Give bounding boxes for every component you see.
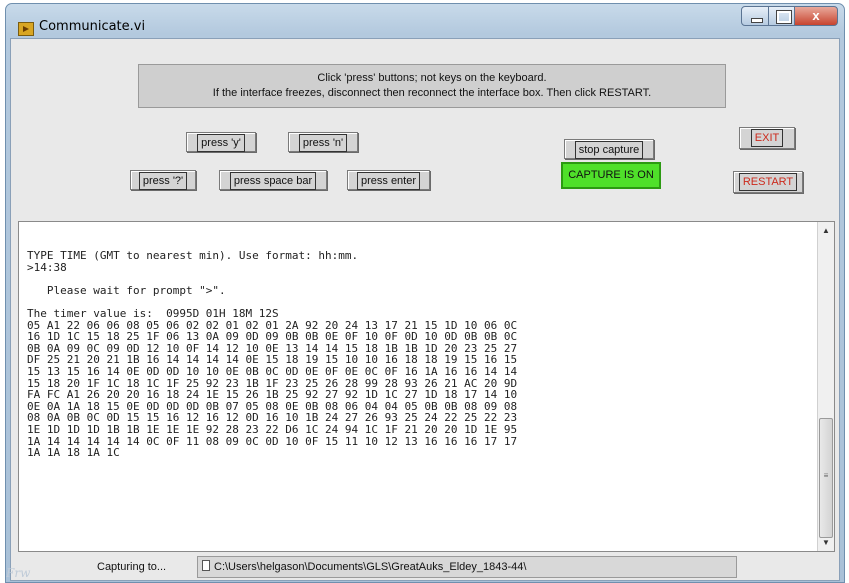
path-icon	[202, 560, 210, 571]
close-button[interactable]: x	[794, 6, 838, 26]
exit-label: EXIT	[750, 129, 784, 147]
press-y-label: press 'y'	[197, 134, 245, 152]
maximize-button[interactable]	[768, 6, 795, 26]
restart-label: RESTART	[738, 173, 798, 191]
press-n-label: press 'n'	[298, 134, 348, 152]
labview-app-icon	[18, 22, 34, 36]
exit-button[interactable]: EXIT	[739, 127, 795, 149]
stop-capture-button[interactable]: stop capture	[564, 139, 654, 159]
terminal-scrollbar[interactable]: ▲ ≡ ▼	[817, 222, 834, 551]
maximize-icon	[776, 10, 792, 24]
watermark: Frw	[6, 566, 31, 580]
vi-front-panel: Click 'press' buttons; not keys on the k…	[10, 38, 840, 581]
scroll-thumb[interactable]: ≡	[819, 418, 833, 538]
press-y-button[interactable]: press 'y'	[186, 132, 256, 152]
grip-icon: ≡	[823, 471, 829, 480]
press-space-bar-label: press space bar	[229, 172, 317, 190]
window-title: Communicate.vi	[39, 19, 146, 34]
terminal-output[interactable]: TYPE TIME (GMT to nearest min). Use form…	[18, 221, 835, 552]
restart-button[interactable]: RESTART	[733, 171, 803, 193]
close-icon: x	[812, 8, 820, 23]
press-enter-button[interactable]: press enter	[347, 170, 430, 190]
capture-path-text: C:\Users\helgason\Documents\GLS\GreatAuk…	[214, 561, 527, 573]
minimize-button[interactable]	[741, 6, 769, 26]
capture-status-indicator: CAPTURE IS ON	[561, 162, 661, 189]
terminal-text: TYPE TIME (GMT to nearest min). Use form…	[27, 249, 518, 460]
stop-capture-label: stop capture	[574, 141, 644, 159]
press-n-button[interactable]: press 'n'	[288, 132, 358, 152]
minimize-icon	[751, 18, 763, 23]
scroll-up-arrow-icon[interactable]: ▲	[818, 222, 834, 239]
press-question-label: press '?'	[138, 172, 188, 190]
capturing-to-label: Capturing to...	[97, 561, 167, 573]
window: Communicate.vi x Click 'press' buttons; …	[5, 3, 845, 583]
scroll-down-arrow-icon[interactable]: ▼	[818, 534, 834, 551]
press-question-button[interactable]: press '?'	[130, 170, 196, 190]
press-enter-label: press enter	[356, 172, 421, 190]
instruction-line-1: Click 'press' buttons; not keys on the k…	[317, 72, 547, 84]
instruction-line-2: If the interface freezes, disconnect the…	[212, 87, 652, 99]
press-space-bar-button[interactable]: press space bar	[219, 170, 327, 190]
capture-path-field[interactable]: C:\Users\helgason\Documents\GLS\GreatAuk…	[197, 556, 737, 578]
instructions-panel: Click 'press' buttons; not keys on the k…	[138, 64, 726, 108]
